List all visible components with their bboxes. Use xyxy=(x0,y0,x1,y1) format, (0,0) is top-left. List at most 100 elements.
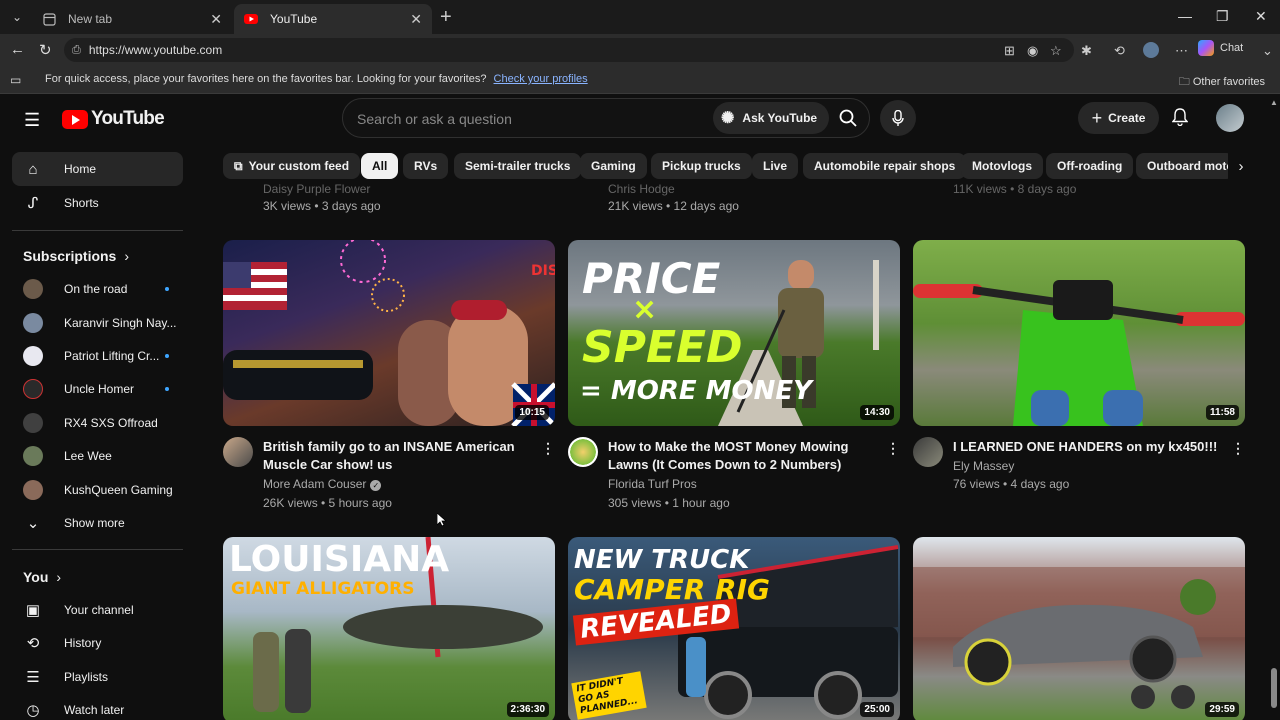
chip-off-roading[interactable]: Off-roading xyxy=(1046,153,1134,179)
chip-outboard-motor[interactable]: Outboard motor xyxy=(1136,153,1234,179)
video-thumbnail[interactable]: 29:59 xyxy=(913,537,1245,720)
chip-gaming[interactable]: Gaming xyxy=(580,153,647,179)
profile-avatar-icon[interactable] xyxy=(1143,42,1159,58)
scrollbar-thumb[interactable] xyxy=(1271,668,1277,708)
video-duration: 14:30 xyxy=(860,405,894,420)
minimize-icon[interactable]: — xyxy=(1178,8,1192,24)
scroll-up-icon[interactable]: ▲ xyxy=(1270,98,1278,107)
video-channel-partial[interactable]: Chris Hodge xyxy=(608,182,675,196)
sidebar-item-subscription[interactable]: On the road xyxy=(12,272,183,306)
back-icon[interactable]: ← xyxy=(10,41,25,58)
video-thumbnail[interactable]: PRICE × SPEED = MORE MONEY 14:30 xyxy=(568,240,900,426)
channel-avatar[interactable] xyxy=(913,437,943,467)
sidebar-item-label: On the road xyxy=(64,282,128,296)
tab-youtube[interactable]: YouTube ✕ xyxy=(234,4,432,34)
chip-live[interactable]: Live xyxy=(752,153,799,179)
video-channel[interactable]: Florida Turf Pros xyxy=(608,477,697,491)
notifications-bell-icon[interactable] xyxy=(1171,108,1189,131)
check-profiles-link[interactable]: Check your profiles xyxy=(494,73,588,85)
video-thumbnail[interactable]: LOUISIANA GIANT ALLIGATORS 2:36:30 xyxy=(223,537,555,720)
tab-new-tab[interactable]: New tab ✕ xyxy=(32,4,232,34)
tracking-prevention-icon[interactable]: ◉ xyxy=(1027,43,1038,59)
video-thumbnail[interactable]: DIS 10:15 xyxy=(223,240,555,426)
video-title[interactable]: How to Make the MOST Money Mowing Lawns … xyxy=(608,438,878,474)
copilot-label: Chat xyxy=(1220,42,1244,54)
sidebar-item-show-more[interactable]: ⌄ Show more xyxy=(12,506,183,540)
page-scrollbar[interactable]: ▲ xyxy=(1268,96,1280,720)
channel-icon: ▣ xyxy=(25,602,41,619)
app-available-icon[interactable]: ⊞ xyxy=(1004,43,1015,59)
plus-icon: + xyxy=(1091,107,1103,128)
url-field[interactable]: ⎙ https://www.youtube.com xyxy=(64,38,1074,62)
copilot-chat-button[interactable]: Chat xyxy=(1198,40,1243,56)
sidebar-item-subscription[interactable]: Lee Wee xyxy=(12,439,183,473)
thumbnail-art xyxy=(913,567,1245,709)
extensions-icon[interactable]: ✱ xyxy=(1081,43,1092,59)
you-header[interactable]: You › xyxy=(23,569,61,585)
sidebar-item-history[interactable]: ⟲ History xyxy=(12,626,183,660)
video-thumbnail[interactable]: 11:58 xyxy=(913,240,1245,426)
chip-rvs[interactable]: RVs xyxy=(403,153,449,179)
more-actions-icon[interactable]: ⋮ xyxy=(541,440,555,457)
search-icon[interactable] xyxy=(833,103,863,133)
other-favorites-button[interactable]: 🗀 Other favorites xyxy=(1179,73,1265,92)
chevron-down-icon: ⌄ xyxy=(26,515,40,532)
video-title[interactable]: British family go to an INSANE American … xyxy=(263,438,533,474)
chip-semi-trailer-trucks[interactable]: Semi-trailer trucks xyxy=(454,153,582,179)
video-title[interactable]: I LEARNED ONE HANDERS on my kx450!!! xyxy=(953,438,1223,456)
video-channel-partial[interactable]: Daisy Purple Flower xyxy=(263,182,370,196)
guide-menu-icon[interactable]: ☰ xyxy=(24,110,40,131)
video-channel[interactable]: Ely Massey xyxy=(953,459,1014,473)
video-duration: 2:36:30 xyxy=(506,702,549,717)
chip-label: Outboard motor xyxy=(1147,159,1234,173)
sidebar-item-subscription[interactable]: Uncle Homer xyxy=(12,372,183,406)
chat-dropdown-icon[interactable]: ⌄ xyxy=(1262,43,1273,59)
sidebar-item-subscription[interactable]: RX4 SXS Offroad xyxy=(12,406,183,440)
refresh-icon[interactable]: ↻ xyxy=(39,41,52,59)
ask-youtube-button[interactable]: ✺ Ask YouTube xyxy=(713,102,830,134)
maximize-icon[interactable]: ❐ xyxy=(1216,8,1229,25)
history-browser-icon[interactable]: ⟲ xyxy=(1114,43,1125,59)
new-tab-page-icon xyxy=(42,12,56,26)
search-input[interactable]: Search or ask a question xyxy=(357,111,512,127)
close-tab-icon[interactable]: ✕ xyxy=(410,11,422,28)
url-text: https://www.youtube.com xyxy=(88,43,223,57)
sidebar-item-subscription[interactable]: KushQueen Gaming xyxy=(12,473,183,507)
microphone-icon[interactable] xyxy=(880,100,916,136)
sidebar-item-watch-later[interactable]: ◷ Watch later xyxy=(12,693,183,720)
sidebar-item-label: History xyxy=(64,636,102,650)
sidebar-item-home[interactable]: ⌂ Home xyxy=(12,152,183,186)
chip-motovlogs[interactable]: Motovlogs xyxy=(961,153,1043,179)
favorite-star-icon[interactable]: ☆ xyxy=(1050,43,1062,59)
create-button[interactable]: + Create xyxy=(1078,102,1159,134)
sidebar-item-your-channel[interactable]: ▣ Your channel xyxy=(12,593,183,627)
chip-label: Automobile repair shops xyxy=(814,159,956,173)
sidebar-item-playlists[interactable]: ☰ Playlists xyxy=(12,660,183,694)
chip-your-custom-feed[interactable]: ⧉ Your custom feed xyxy=(223,153,361,179)
close-tab-icon[interactable]: ✕ xyxy=(210,11,222,28)
channel-avatar[interactable] xyxy=(223,437,253,467)
more-actions-icon[interactable]: ⋮ xyxy=(1231,440,1245,457)
sidebar-item-subscription[interactable]: Karanvir Singh Nay... xyxy=(12,306,183,340)
new-tab-button[interactable]: + xyxy=(440,7,452,27)
close-window-icon[interactable]: ✕ xyxy=(1255,8,1267,25)
chip-all[interactable]: All xyxy=(361,153,399,179)
tab-actions-menu[interactable]: ⌄ xyxy=(6,6,28,28)
chip-next-arrow-icon[interactable]: › xyxy=(1228,153,1254,179)
video-thumbnail[interactable]: NEW TRUCK CAMPER RIG REVEALED IT DIDN'T … xyxy=(568,537,900,720)
search-box[interactable]: Search or ask a question ✺ Ask YouTube xyxy=(342,98,870,138)
channel-avatar[interactable] xyxy=(568,437,598,467)
video-channel[interactable]: More Adam Couser ✓ xyxy=(263,477,382,491)
chip-pickup-trucks[interactable]: Pickup trucks xyxy=(651,153,752,179)
sidebar-item-label: Lee Wee xyxy=(64,449,112,463)
more-options-icon[interactable]: ⋯ xyxy=(1175,43,1188,59)
account-avatar[interactable] xyxy=(1216,104,1244,132)
more-actions-icon[interactable]: ⋮ xyxy=(886,440,900,457)
youtube-logo[interactable]: YouTube xyxy=(62,108,165,130)
subscriptions-header[interactable]: Subscriptions › xyxy=(23,248,129,264)
chip-automobile-repair-shops[interactable]: Automobile repair shops xyxy=(803,153,967,179)
site-info-icon[interactable]: ⎙ xyxy=(72,44,81,57)
sidebar-item-subscription[interactable]: Patriot Lifting Cr... xyxy=(12,339,183,373)
sidebar-item-shorts[interactable]: ᔑ Shorts xyxy=(12,186,183,220)
thumbnail-text-line: CAMPER RIG xyxy=(574,573,770,606)
